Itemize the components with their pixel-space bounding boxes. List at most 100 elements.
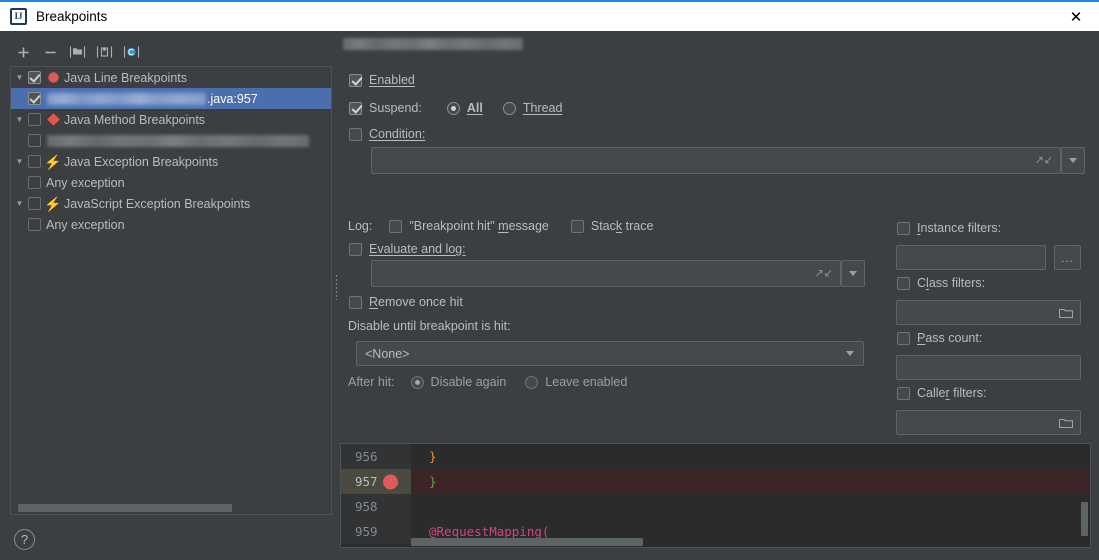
enabled-checkbox[interactable]	[349, 73, 362, 87]
group-by-file-icon[interactable]	[64, 40, 90, 64]
breakpoint-checkbox[interactable]	[28, 176, 41, 189]
suspend-thread-radio[interactable]	[502, 101, 516, 115]
tree-node-java-line-breakpoints[interactable]: ▼ Java Line Breakpoints	[11, 67, 331, 88]
condition-history-dropdown[interactable]	[1061, 147, 1085, 174]
code-preview[interactable]: 956 } 957 } 958 959 @RequestMapping(	[340, 443, 1091, 548]
breakpoint-checkbox[interactable]	[28, 92, 41, 105]
breakpoint-dot-icon[interactable]	[383, 474, 398, 489]
code-text: }	[429, 449, 437, 464]
add-breakpoint-button[interactable]	[10, 40, 36, 64]
code-horizontal-scrollbar[interactable]	[411, 538, 643, 546]
tree-item-any-exception-javascript[interactable]: ▼ Any exception	[11, 214, 331, 235]
suspend-checkbox[interactable]	[349, 101, 362, 115]
enabled-label: Enabled	[369, 73, 415, 87]
after-hit-leave-enabled-radio[interactable]	[525, 375, 539, 389]
disable-until-combo[interactable]: <None>	[356, 341, 864, 366]
class-filters-input[interactable]	[896, 300, 1081, 325]
evaluate-and-log-history-dropdown[interactable]	[841, 260, 865, 287]
line-gutter[interactable]: 959	[341, 519, 411, 544]
class-filters-checkbox[interactable]	[897, 276, 910, 290]
tree-item-method-breakpoint[interactable]: ▼	[11, 130, 331, 151]
chevron-down-icon[interactable]: ▼	[11, 73, 28, 82]
after-hit-disable-again-label: Disable again	[430, 375, 507, 389]
folder-icon[interactable]	[1059, 417, 1073, 428]
title-bar: IJ Breakpoints ✕	[0, 0, 1099, 31]
evaluate-and-log-checkbox[interactable]	[349, 242, 362, 256]
remove-breakpoint-button[interactable]	[37, 40, 63, 64]
chevron-down-icon[interactable]: ▼	[11, 199, 28, 208]
evaluate-and-log-input[interactable]: ↗↙	[371, 260, 841, 287]
breakpoint-hit-message-checkbox[interactable]	[389, 219, 403, 233]
log-row: Log: "Breakpoint hit" message Stack trac…	[348, 219, 653, 233]
chevron-down-icon[interactable]: ▼	[11, 115, 28, 124]
line-gutter[interactable]: 957	[341, 469, 411, 494]
pass-count-input[interactable]	[896, 355, 1081, 380]
condition-row[interactable]: Condition:	[349, 127, 425, 141]
tree-item-any-exception-java[interactable]: ▼ Any exception	[11, 172, 331, 193]
pass-count-checkbox[interactable]	[897, 331, 910, 345]
breakpoint-label: Any exception	[46, 217, 125, 232]
instance-filters-label: Instance filters:	[917, 221, 1002, 235]
group-by-type-icon[interactable]	[91, 40, 117, 64]
line-number: 956	[355, 449, 378, 464]
tree-node-javascript-exception-breakpoints[interactable]: ▼ ⚡ JavaScript Exception Breakpoints	[11, 193, 331, 214]
remove-once-hit-checkbox[interactable]	[349, 295, 362, 309]
after-hit-row[interactable]: After hit: Disable again Leave enabled	[348, 375, 627, 389]
chevron-down-icon[interactable]: ▼	[11, 157, 28, 166]
after-hit-disable-again-radio[interactable]	[410, 375, 424, 389]
node-checkbox[interactable]	[28, 113, 41, 126]
instance-filters-input[interactable]	[896, 245, 1046, 270]
tree-node-label: Java Method Breakpoints	[64, 112, 206, 127]
tree-node-java-exception-breakpoints[interactable]: ▼ ⚡ Java Exception Breakpoints	[11, 151, 331, 172]
suspend-all-radio[interactable]	[446, 101, 460, 115]
caller-filters-input[interactable]	[896, 410, 1081, 435]
expand-editor-icon[interactable]: ↗↙	[815, 268, 833, 279]
group-by-class-icon[interactable]	[118, 40, 144, 64]
node-checkbox[interactable]	[28, 197, 41, 210]
caller-filters-checkbox[interactable]	[897, 386, 910, 400]
breakpoints-tree[interactable]: ▼ Java Line Breakpoints ▼ .java:957 ▼	[10, 66, 332, 515]
remove-once-hit-row[interactable]: Remove once hit	[349, 295, 463, 309]
node-checkbox[interactable]	[28, 155, 41, 168]
condition-input[interactable]: ↗↙	[371, 147, 1061, 174]
suspend-row[interactable]: Suspend: All Thread	[349, 101, 562, 115]
app-icon: IJ	[10, 8, 27, 25]
class-filters-row[interactable]: Class filters:	[897, 276, 985, 290]
folder-icon[interactable]	[1059, 307, 1073, 318]
pass-count-row[interactable]: Pass count:	[897, 331, 982, 345]
expand-editor-icon[interactable]: ↗↙	[1035, 155, 1053, 166]
breakpoint-checkbox[interactable]	[28, 134, 41, 147]
redacted-breakpoint-title	[343, 38, 523, 50]
instance-filters-row[interactable]: Instance filters:	[897, 221, 1001, 235]
close-icon[interactable]: ✕	[1053, 2, 1099, 31]
class-filters-label: Class filters:	[917, 276, 986, 290]
scrollbar-thumb[interactable]	[18, 504, 232, 512]
instance-filters-checkbox[interactable]	[897, 221, 910, 235]
suspend-thread-label: Thread	[522, 101, 563, 115]
red-dot-icon	[45, 72, 61, 83]
tree-node-label: Java Line Breakpoints	[64, 70, 187, 85]
breakpoints-dialog: IJ Breakpoints ✕ ▼ Java Line Breakpoints…	[0, 0, 1099, 560]
tree-node-java-method-breakpoints[interactable]: ▼ Java Method Breakpoints	[11, 109, 331, 130]
condition-label: Condition:	[369, 127, 426, 141]
line-gutter[interactable]: 958	[341, 494, 411, 519]
redacted-file-path	[47, 92, 206, 105]
splitter-grip-icon[interactable]	[335, 274, 338, 300]
log-label: Log:	[348, 219, 373, 233]
caller-filters-row[interactable]: Caller filters:	[897, 386, 986, 400]
evaluate-and-log-row[interactable]: Evaluate and log:	[349, 242, 466, 256]
tree-item-breakpoint-java-957[interactable]: ▼ .java:957	[11, 88, 331, 109]
condition-checkbox[interactable]	[349, 127, 362, 141]
line-gutter[interactable]: 956	[341, 444, 411, 469]
code-vertical-scrollbar[interactable]	[1081, 502, 1088, 536]
dialog-body: ▼ Java Line Breakpoints ▼ .java:957 ▼	[0, 31, 1099, 560]
node-checkbox[interactable]	[28, 71, 41, 84]
chevron-down-icon	[849, 271, 857, 276]
help-button[interactable]: ?	[14, 529, 35, 550]
breakpoint-location-label: .java:957	[207, 91, 258, 106]
tree-horizontal-scrollbar[interactable]	[12, 502, 331, 513]
instance-filters-browse-button[interactable]: ...	[1054, 245, 1081, 270]
breakpoint-checkbox[interactable]	[28, 218, 41, 231]
stack-trace-checkbox[interactable]	[570, 219, 584, 233]
enabled-row[interactable]: Enabled	[349, 73, 415, 87]
